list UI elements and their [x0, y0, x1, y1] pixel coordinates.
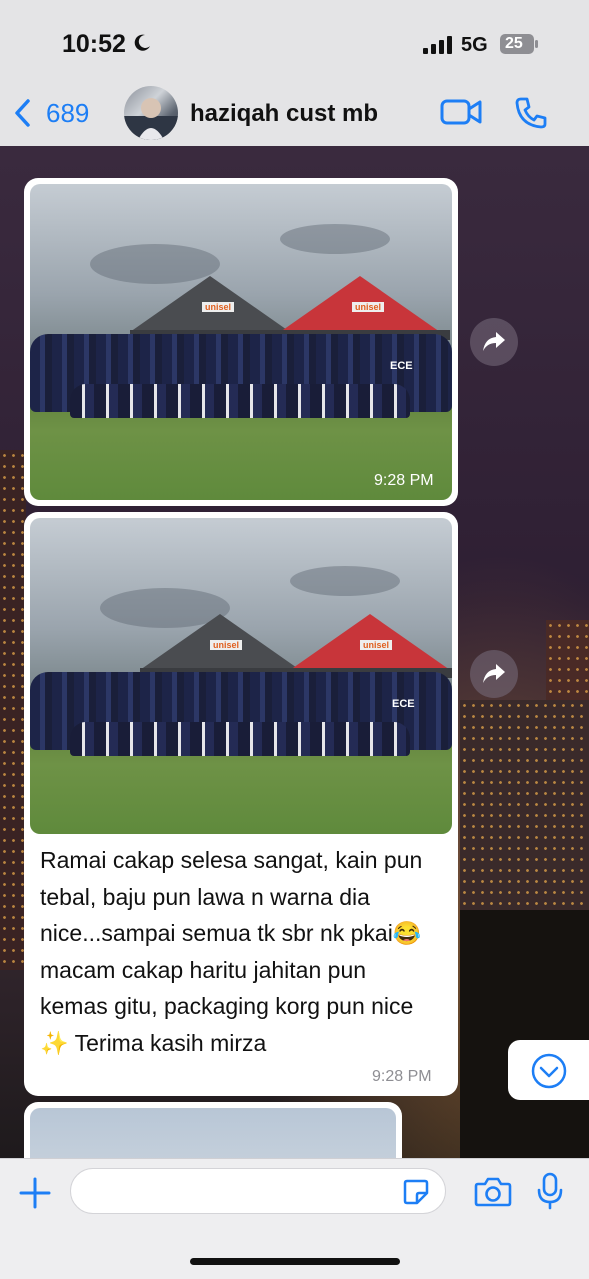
battery-level: 25 [505, 35, 523, 52]
shirt-label: ECE [392, 698, 415, 710]
forward-icon [483, 664, 505, 683]
tent-brand-label: unisel [352, 302, 385, 312]
moon-icon [134, 34, 150, 51]
tent-brand-label: unisel [202, 302, 235, 312]
tent-brand-label: unisel [360, 640, 393, 650]
chevron-down-icon [531, 1053, 567, 1089]
photo-cloud [280, 224, 390, 254]
camera-icon[interactable] [474, 1176, 512, 1208]
microphone-icon[interactable] [536, 1172, 564, 1210]
message-time: 9:28 PM [374, 472, 434, 489]
message-input[interactable] [70, 1168, 446, 1214]
tent-brand-label: unisel [210, 640, 243, 650]
back-unread-count[interactable]: 689 [46, 98, 89, 129]
video-call-icon[interactable] [440, 98, 482, 126]
photo-group-front-row [70, 384, 410, 418]
wallpaper-building [460, 700, 589, 920]
photo-group-front-row [70, 722, 410, 756]
message-caption: Ramai cakap selesa sangat, kain pun teba… [40, 847, 423, 1056]
message-time: 9:28 PM [372, 1068, 432, 1085]
scroll-to-bottom-button[interactable] [508, 1040, 589, 1100]
contact-name[interactable]: haziqah cust mb [190, 100, 378, 128]
plus-icon[interactable] [18, 1176, 52, 1210]
back-chevron-icon[interactable] [12, 97, 34, 129]
forward-button[interactable] [470, 318, 518, 366]
message-photo[interactable]: unisel unisel ECE [30, 184, 452, 500]
shirt-label: ECE [390, 360, 413, 372]
wallpaper-treeline [460, 910, 589, 1158]
network-type: 5G [461, 34, 488, 56]
signal-icon [423, 36, 452, 54]
forward-icon [483, 332, 505, 351]
message-photo[interactable]: unisel unisel ECE [30, 518, 452, 834]
contact-avatar[interactable] [124, 86, 178, 140]
forward-button[interactable] [470, 650, 518, 698]
battery-icon: 25 [500, 34, 538, 54]
wallpaper-building [0, 450, 26, 970]
photo-cloud [290, 566, 400, 596]
home-indicator[interactable] [190, 1258, 400, 1265]
sticker-icon[interactable] [402, 1178, 430, 1206]
phone-call-icon[interactable] [514, 96, 548, 130]
status-time: 10:52 [62, 30, 126, 58]
